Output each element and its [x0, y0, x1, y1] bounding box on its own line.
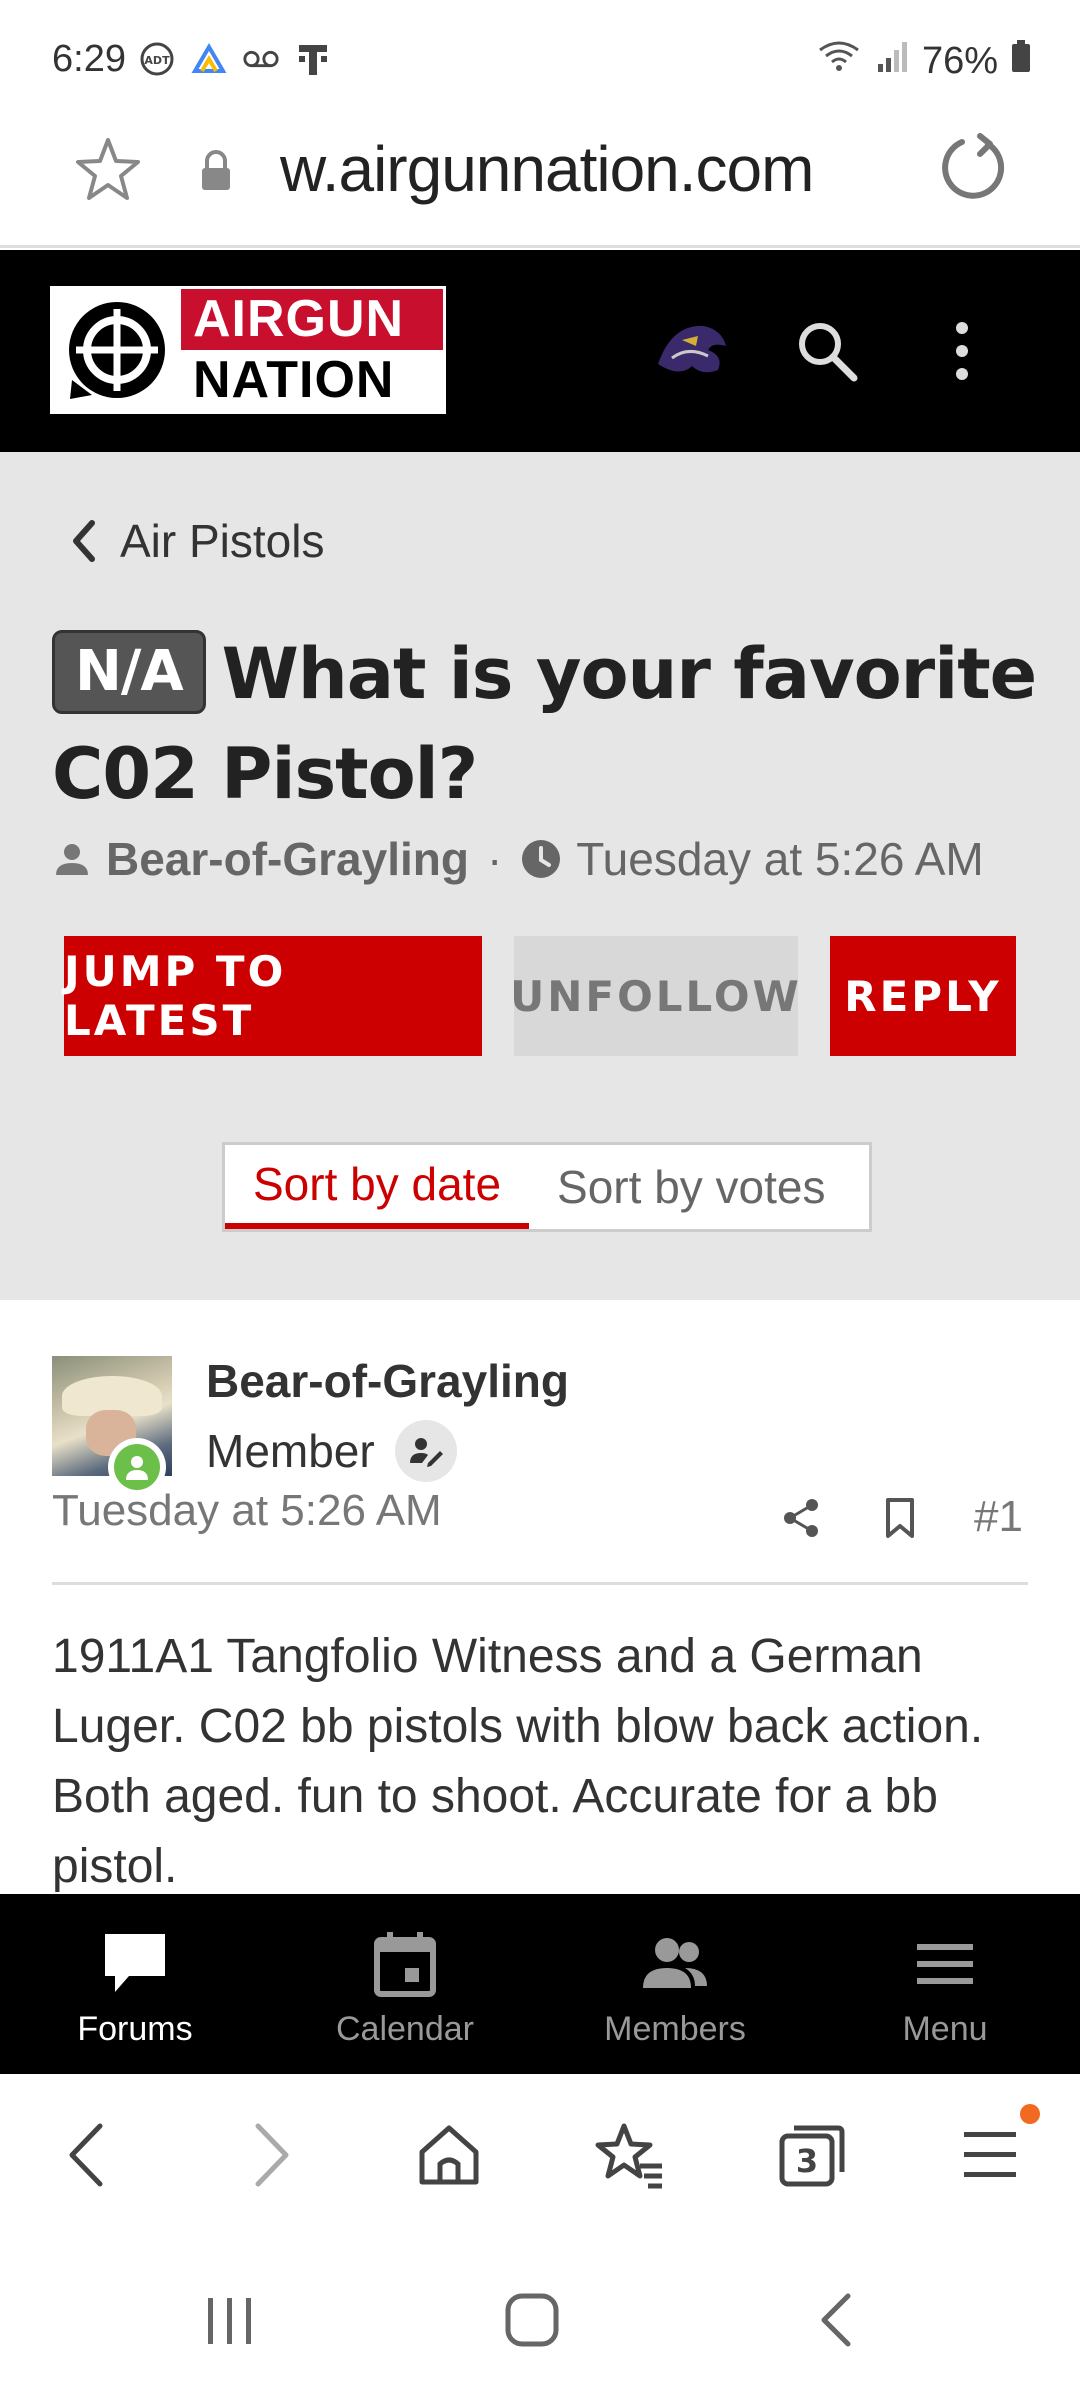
battery-percent: 76%: [921, 39, 998, 82]
tab-sort-by-date[interactable]: Sort by date: [225, 1145, 530, 1229]
status-right: 76%: [816, 38, 1032, 84]
home-icon[interactable]: [414, 2120, 484, 2195]
system-back-icon[interactable]: [812, 2290, 862, 2355]
members-icon: [643, 1938, 707, 1988]
notification-dot: [1020, 2104, 1040, 2124]
logo-text-top: AIRGUN: [181, 289, 443, 350]
thread-time[interactable]: Tuesday at 5:26 AM: [576, 832, 983, 886]
site-header: AIRGUN NATION: [0, 250, 1080, 452]
logo-text-bottom: NATION: [181, 350, 443, 411]
post-divider: [52, 1582, 1028, 1585]
post-number-link[interactable]: #1: [974, 1492, 1023, 1542]
reply-button[interactable]: REPLY: [830, 936, 1016, 1056]
more-options-icon[interactable]: [950, 316, 974, 391]
meta-separator: ·: [486, 833, 503, 885]
voicemail-icon: [242, 40, 280, 78]
svg-text:ADT: ADT: [144, 54, 170, 67]
nav-menu-label: Menu: [902, 2010, 988, 2048]
nav-calendar[interactable]: Calendar: [270, 1894, 540, 2074]
wifi-icon: [816, 38, 862, 84]
post-time[interactable]: Tuesday at 5:26 AM: [52, 1486, 442, 1536]
tabs-icon[interactable]: 3: [776, 2120, 848, 2195]
post-author-role: Member: [206, 1420, 457, 1482]
system-nav-bar: [0, 2240, 1080, 2400]
role-label: Member: [206, 1425, 375, 1477]
bookmark-icon[interactable]: [880, 1496, 920, 1545]
status-time: 6:29: [52, 38, 126, 80]
page-title: N/A What is your favorite C02 Pistol?: [52, 624, 1042, 824]
nav-members-label: Members: [604, 2010, 746, 2048]
tab-sort-by-votes[interactable]: Sort by votes: [529, 1145, 853, 1229]
thread-header: Air Pistols N/A What is your favorite C02…: [0, 452, 1080, 1300]
calendar-icon: [374, 1932, 436, 1997]
breadcrumb[interactable]: Air Pistols: [70, 514, 324, 568]
url-text[interactable]: w.airgunnation.com: [280, 132, 900, 206]
home-button-icon[interactable]: [502, 2290, 562, 2355]
user-avatar[interactable]: [652, 316, 732, 386]
forward-icon[interactable]: [246, 2120, 296, 2195]
breadcrumb-label: Air Pistols: [120, 515, 325, 567]
forum-bottom-nav: Forums Calendar Members Menu: [0, 1894, 1080, 2074]
clock-icon: [522, 840, 561, 878]
post: Bear-of-Grayling Member Tuesday at 5:26 …: [0, 1300, 1080, 1894]
back-icon[interactable]: [62, 2120, 112, 2195]
nav-calendar-label: Calendar: [336, 2010, 474, 2048]
status-bar: 6:29 ADT 76%: [0, 0, 1080, 118]
google-home-icon: [190, 40, 228, 78]
search-icon[interactable]: [792, 316, 862, 391]
post-author[interactable]: Bear-of-Grayling: [206, 1354, 569, 1408]
browser-url-bar: w.airgunnation.com: [0, 118, 1080, 248]
reload-icon[interactable]: [932, 130, 1012, 215]
carrier-t-icon: [294, 40, 332, 78]
thread-author[interactable]: Bear-of-Grayling: [106, 832, 469, 886]
bookmark-star-icon[interactable]: [72, 134, 144, 211]
nav-members[interactable]: Members: [540, 1894, 810, 2074]
lock-icon[interactable]: [196, 148, 236, 197]
nav-forums[interactable]: Forums: [0, 1894, 270, 2074]
sort-tabs: Sort by date Sort by votes: [222, 1142, 872, 1232]
user-edit-icon: [394, 1420, 457, 1482]
share-icon[interactable]: [780, 1496, 824, 1545]
site-logo[interactable]: AIRGUN NATION: [50, 286, 446, 414]
thread-prefix-badge[interactable]: N/A: [52, 630, 206, 714]
chat-bubble-icon: [105, 1934, 165, 1992]
browser-menu-icon[interactable]: [960, 2120, 1020, 2195]
chevron-left-icon: [73, 520, 95, 562]
status-notification-icons: ADT: [138, 40, 332, 78]
adt-icon: ADT: [138, 40, 176, 78]
jump-to-latest-button[interactable]: JUMP TO LATEST: [64, 936, 482, 1056]
svg-text:3: 3: [796, 2142, 818, 2180]
unfollow-button[interactable]: UNFOLLOW: [510, 936, 799, 1056]
battery-icon: [1010, 38, 1032, 84]
post-body: 1911A1 Tangfolio Witness and a German Lu…: [52, 1630, 984, 1893]
browser-toolbar: 3: [0, 2074, 1080, 2240]
signal-icon: [874, 38, 910, 84]
nav-forums-label: Forums: [77, 2010, 193, 2048]
thread-meta: Bear-of-Grayling · Tuesday at 5:26 AM: [52, 832, 984, 886]
recent-apps-icon[interactable]: [200, 2290, 260, 2355]
user-icon: [56, 844, 88, 875]
crosshair-logo-icon: [53, 289, 181, 411]
nav-menu[interactable]: Menu: [810, 1894, 1080, 2074]
hamburger-icon: [917, 1944, 973, 1984]
bookmarks-icon[interactable]: [594, 2120, 666, 2195]
